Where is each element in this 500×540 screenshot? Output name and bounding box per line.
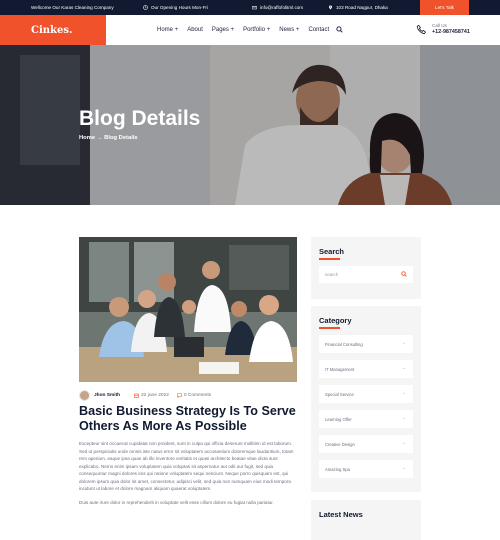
post-title: Basic Business Strategy Is To Serve Othe… [79,404,296,433]
title-underline [319,258,340,260]
email-text: info@raffofolitml.com [260,5,304,10]
category-item[interactable]: Amazing Spa → [319,460,413,478]
title-underline [319,327,340,329]
welcome-text: Wellcome Our Karas Cleaning Company [31,5,114,10]
clock-icon [143,5,148,10]
opening-hours-text: Our Opening Hours Mon-Fri [151,5,208,10]
category-item[interactable]: Creative Design → [319,435,413,453]
category-label: Amazing Spa [325,466,350,472]
lets-talk-button[interactable]: Let's Talk [420,0,469,15]
arrow-right-icon: → [401,465,406,471]
call-us-box[interactable]: Call Us +12-987458741 [416,23,470,35]
post-featured-image [79,237,297,382]
search-input[interactable]: search [319,266,413,283]
category-widget-title: Category [319,316,352,325]
top-bar: Wellcome Our Karas Cleaning Company Our … [0,0,500,15]
breadcrumb-current: Blog Details [104,135,138,141]
category-item[interactable]: Financial Consulting → [319,335,413,353]
latest-news-widget: Latest News [311,500,421,540]
arrow-right-icon: → [401,415,406,421]
main-nav: Home + About Pages + Portfolio + News + … [157,15,329,45]
nav-news[interactable]: News + [279,27,299,33]
category-item[interactable]: IT Management → [319,360,413,378]
nav-about[interactable]: About [187,27,203,33]
email-info[interactable]: info@raffofolitml.com [252,5,303,10]
category-label: Creative Design [325,441,355,447]
category-label: Special Service [325,391,354,397]
phone-icon [416,24,426,34]
author-avatar [79,390,90,401]
breadcrumb-separator: → [96,135,103,141]
call-us-label: Call Us [432,23,447,28]
calendar-icon [134,393,139,398]
breadcrumb-home[interactable]: Home [79,135,95,141]
nav-pages[interactable]: Pages + [212,27,234,33]
site-logo[interactable]: Cinkes. [0,15,106,45]
address-text: 103 Road Nagpur, Dhaka [336,5,388,10]
search-icon[interactable] [401,271,407,277]
search-icon[interactable] [336,26,343,33]
nav-contact[interactable]: Contact [308,27,329,33]
call-us-number: +12-987458741 [432,29,470,35]
latest-news-title: Latest News [319,510,363,519]
post-comments[interactable]: 0 Comments [184,393,211,398]
post-body: Excepteur sint occaecat cupidatat non pr… [79,440,299,506]
category-label: IT Management [325,366,355,372]
mail-icon [252,6,257,10]
category-label: Learning Offer [325,416,352,422]
category-widget: Category Financial Consulting → IT Manage… [311,306,421,492]
opening-hours: Our Opening Hours Mon-Fri [143,5,208,10]
arrow-right-icon: → [401,390,406,396]
arrow-right-icon: → [401,440,406,446]
post-paragraph: Excepteur sint occaecat cupidatat non pr… [79,441,294,491]
location-pin-icon [329,5,332,10]
hero-background-image [0,45,500,205]
category-item[interactable]: Special Service → [319,385,413,403]
search-widget-title: Search [319,247,345,256]
team-high-five-photo [79,237,297,382]
post-paragraph: Duis aute irure dolor in reprehenderit i… [79,499,274,505]
search-widget: Search search [311,237,421,299]
page-hero-banner: Blog Details Home → Blog Details [0,45,500,205]
category-label: Financial Consulting [325,341,363,347]
breadcrumb: Home → Blog Details [79,135,138,141]
arrow-right-icon: → [401,365,406,371]
post-meta: Jhon Smith 22 june 2022 0 Comments [79,390,211,401]
post-author[interactable]: Jhon Smith [94,393,120,398]
post-date: 22 june 2022 [141,393,169,398]
comment-icon [177,393,182,398]
search-placeholder: search [325,272,339,277]
category-item[interactable]: Learning Offer → [319,410,413,428]
address-info: 103 Road Nagpur, Dhaka [328,5,388,10]
arrow-right-icon: → [401,340,406,346]
nav-home[interactable]: Home + [157,27,178,33]
page-title: Blog Details [79,107,201,130]
nav-portfolio[interactable]: Portfolio + [243,27,270,33]
main-header: Cinkes. Home + About Pages + Portfolio +… [0,15,500,45]
